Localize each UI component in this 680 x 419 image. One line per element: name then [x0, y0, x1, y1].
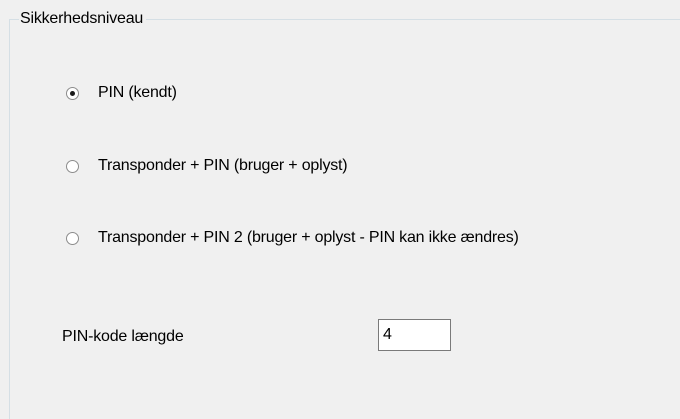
radio-button[interactable] [66, 232, 79, 245]
radio-button[interactable] [66, 160, 79, 173]
security-level-groupbox [9, 19, 680, 419]
security-level-group-title: Sikkerhedsniveau [19, 8, 147, 30]
pin-length-input[interactable] [378, 319, 451, 351]
radio-button-selected[interactable] [66, 87, 79, 100]
radio-option-label: Transponder + PIN (bruger + oplyst) [98, 157, 348, 174]
pin-length-label: PIN-kode længde [62, 328, 184, 345]
radio-option-label: Transponder + PIN 2 (bruger + oplyst - P… [98, 229, 519, 246]
radio-option-label: PIN (kendt) [98, 84, 177, 101]
radio-option-transponder-pin-2[interactable]: Transponder + PIN 2 (bruger + oplyst - P… [66, 229, 568, 249]
radio-option-pin-known[interactable]: PIN (kendt) [66, 84, 568, 104]
radio-option-transponder-pin[interactable]: Transponder + PIN (bruger + oplyst) [66, 157, 568, 177]
